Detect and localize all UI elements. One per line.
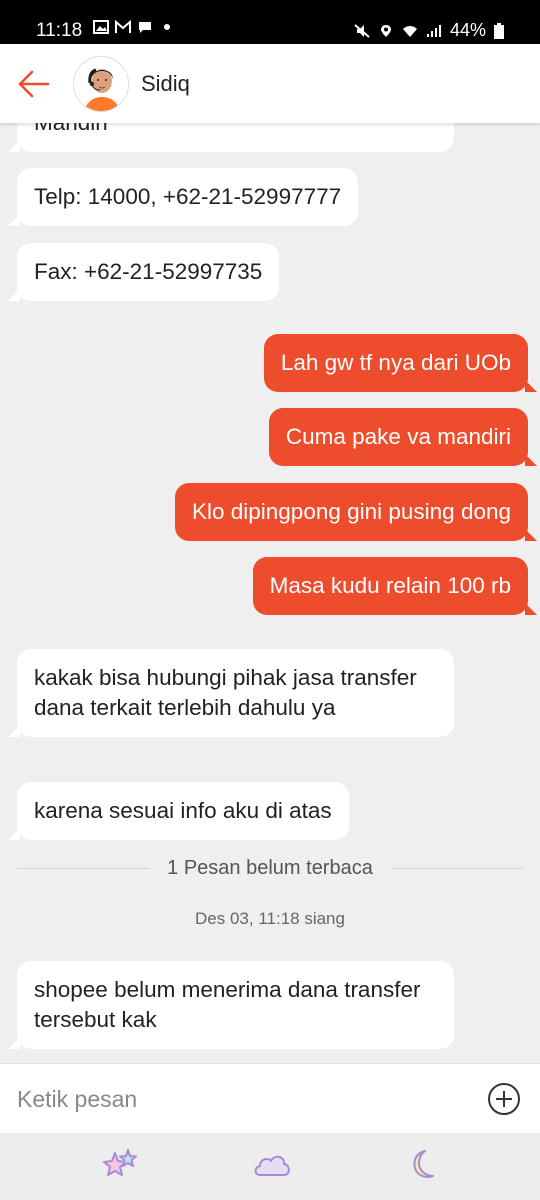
- message-input[interactable]: [17, 1076, 457, 1122]
- message-text: Fax: +62-21-52997735: [34, 259, 263, 284]
- avatar[interactable]: [73, 56, 129, 112]
- message-bubble[interactable]: Mandiri: [17, 123, 454, 152]
- chat-header: Sidiq: [0, 44, 540, 123]
- message-bubble[interactable]: Telp: 14000, +62-21-52997777: [17, 168, 359, 226]
- message-bubble[interactable]: Fax: +62-21-52997735: [17, 243, 280, 301]
- message-text: Lah gw tf nya dari UOb: [280, 350, 511, 375]
- unread-divider: 1 Pesan belum terbaca: [17, 853, 523, 883]
- mute-icon: [354, 23, 370, 38]
- message-bubble[interactable]: Cuma pake va mandiri: [268, 408, 528, 466]
- dot-icon: [164, 24, 170, 30]
- star-sticker-icon[interactable]: [101, 1147, 141, 1183]
- location-icon: [380, 24, 391, 37]
- message-input-bar: [0, 1063, 540, 1133]
- chat-messages[interactable]: Mandiri Telp: 14000, +62-21-52997777 Fax…: [0, 123, 540, 1063]
- battery-icon: [494, 22, 504, 39]
- image-icon: [93, 20, 109, 34]
- message-text: Cuma pake va mandiri: [285, 424, 511, 449]
- status-time: 11:18: [36, 20, 83, 41]
- chat-bubble-icon: [139, 22, 151, 33]
- cloud-sticker-icon[interactable]: [252, 1147, 292, 1183]
- battery-percent: 44%: [449, 20, 486, 40]
- signal-icon: [426, 24, 441, 37]
- message-text: karena sesuai info aku di atas: [34, 798, 332, 823]
- add-circle-icon[interactable]: [487, 1082, 521, 1116]
- wifi-icon: [402, 25, 417, 37]
- message-bubble[interactable]: karena sesuai info aku di atas: [17, 782, 349, 840]
- message-text: shopee belum menerima dana transfer ters…: [34, 977, 421, 1032]
- moon-sticker-icon[interactable]: [403, 1147, 443, 1183]
- gmail-icon: [115, 20, 131, 33]
- message-bubble[interactable]: Masa kudu relain 100 rb: [252, 557, 528, 615]
- message-text: Telp: 14000, +62-21-52997777: [34, 184, 342, 209]
- contact-name[interactable]: Sidiq: [141, 71, 190, 97]
- message-text: Klo dipingpong gini pusing dong: [191, 499, 511, 524]
- message-bubble[interactable]: Klo dipingpong gini pusing dong: [174, 483, 528, 541]
- sticker-bar: [0, 1133, 540, 1200]
- message-bubble[interactable]: shopee belum menerima dana transfer ters…: [17, 961, 454, 1049]
- message-bubble[interactable]: Lah gw tf nya dari UOb: [263, 334, 528, 392]
- status-bar: 11:18 44%: [0, 0, 540, 44]
- back-arrow-icon[interactable]: [14, 64, 54, 104]
- unread-divider-text: 1 Pesan belum terbaca: [167, 856, 373, 879]
- message-text: kakak bisa hubungi pihak jasa transfer d…: [34, 665, 417, 720]
- message-text: Masa kudu relain 100 rb: [269, 573, 511, 598]
- message-timestamp: Des 03, 11:18 siang: [195, 909, 345, 928]
- message-text: Mandiri: [34, 123, 108, 135]
- message-bubble[interactable]: kakak bisa hubungi pihak jasa transfer d…: [17, 649, 454, 737]
